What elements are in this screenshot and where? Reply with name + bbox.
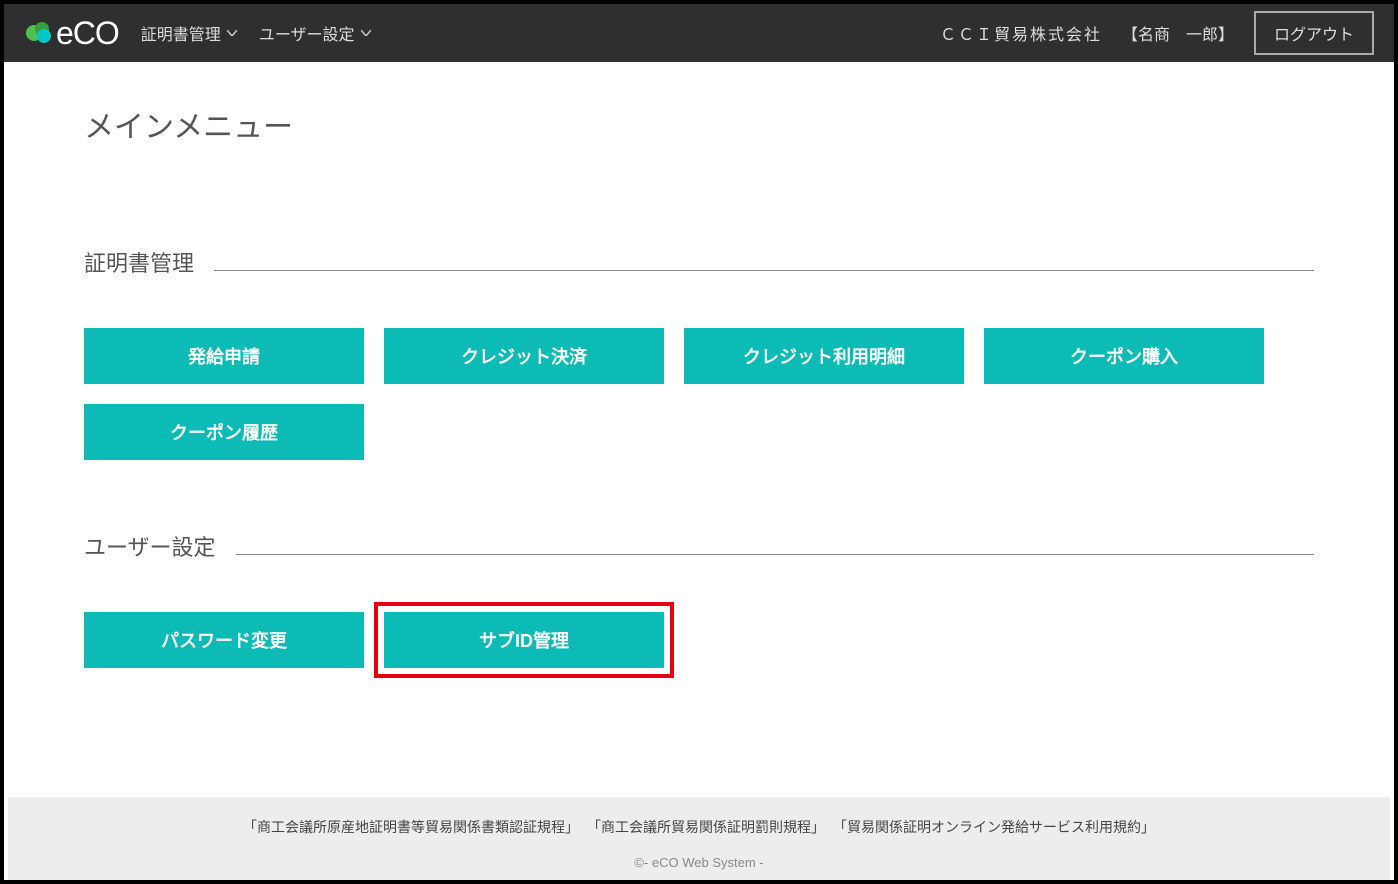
footer-copyright: ©- eCO Web System - [8,855,1390,870]
credit-payment-button[interactable]: クレジット決済 [384,328,664,384]
section-title: 証明書管理 [84,246,194,278]
coupon-purchase-button[interactable]: クーポン購入 [984,328,1264,384]
logout-button[interactable]: ログアウト [1254,11,1374,55]
section-divider [236,554,1314,555]
footer-link[interactable]: 「商工会議所貿易関係証明罰則規程」 [587,817,825,837]
company-name: ＣＣＩ貿易株式会社 [940,21,1102,45]
footer-links: 「商工会議所原産地証明書等貿易関係書類認証規程」「商工会議所貿易関係証明罰則規程… [8,817,1390,837]
nav-label: ユーザー設定 [259,21,355,45]
nav-certificate-management[interactable]: 証明書管理 [141,21,237,45]
section-header: 証明書管理 [84,246,1314,278]
page-title: メインメニュー [84,102,1314,146]
content: メインメニュー 証明書管理 発給申請クレジット決済クレジット利用明細クーポン購入… [4,62,1394,758]
header: eCO 証明書管理 ユーザー設定 ＣＣＩ貿易株式会社 【名商 一郎】 ログアウト [4,4,1394,62]
section-title: ユーザー設定 [84,530,216,562]
header-right: ＣＣＩ貿易株式会社 【名商 一郎】 ログアウト [940,11,1374,55]
nav-menu: 証明書管理 ユーザー設定 [141,21,371,45]
highlight-frame: サブID管理 [374,602,674,678]
logo[interactable]: eCO [24,15,119,52]
coupon-history-button[interactable]: クーポン履歴 [84,404,364,460]
nav-user-settings[interactable]: ユーザー設定 [259,21,371,45]
chevron-down-icon [361,30,371,36]
button-grid: パスワード変更サブID管理 [84,612,1314,668]
section-user-settings: ユーザー設定 パスワード変更サブID管理 [84,530,1314,668]
password-change-button[interactable]: パスワード変更 [84,612,364,668]
section-header: ユーザー設定 [84,530,1314,562]
footer-link[interactable]: 「貿易関係証明オンライン発給サービス利用規約」 [833,817,1155,837]
sub-id-management-button[interactable]: サブID管理 [384,612,664,668]
logo-text: eCO [56,15,119,52]
nav-label: 証明書管理 [141,21,221,45]
issue-application-button[interactable]: 発給申請 [84,328,364,384]
section-certificate-management: 証明書管理 発給申請クレジット決済クレジット利用明細クーポン購入クーポン履歴 [84,246,1314,460]
user-name: 【名商 一郎】 [1122,21,1234,45]
section-divider [214,270,1314,271]
credit-statement-button[interactable]: クレジット利用明細 [684,328,964,384]
chevron-down-icon [227,30,237,36]
footer-link[interactable]: 「商工会議所原産地証明書等貿易関係書類認証規程」 [243,817,579,837]
button-grid: 発給申請クレジット決済クレジット利用明細クーポン購入クーポン履歴 [84,328,1314,460]
logo-icon [24,18,54,48]
footer: 「商工会議所原産地証明書等貿易関係書類認証規程」「商工会議所貿易関係証明罰則規程… [8,797,1390,880]
